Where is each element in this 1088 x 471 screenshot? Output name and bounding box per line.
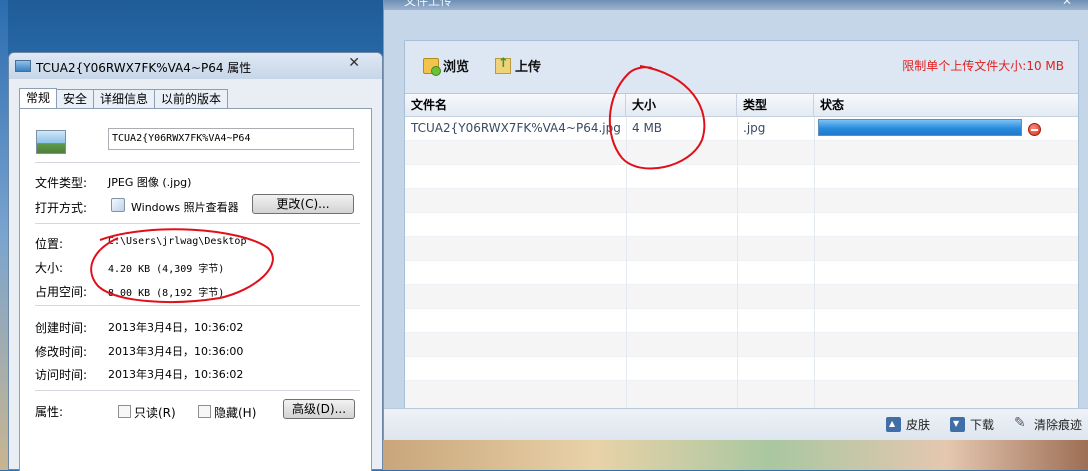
tab-previous-versions[interactable]: 以前的版本 <box>154 89 229 109</box>
upload-button[interactable]: 上传 <box>495 56 541 75</box>
column-divider <box>814 117 815 410</box>
clear-traces-button[interactable]: 清除痕迹 <box>1014 415 1083 433</box>
skin-label: 皮肤 <box>906 418 931 432</box>
attributes-label: 属性: <box>35 405 64 419</box>
size-value: 4.20 KB (4,309 字节) <box>108 264 225 275</box>
upload-close-icon[interactable]: ✕ <box>1062 0 1072 7</box>
desktop-wallpaper-strip <box>383 440 1088 470</box>
file-name-field[interactable]: TCUA2{Y06RWX7FK%VA4~P64 <box>108 128 354 150</box>
properties-title: TCUA2{Y06RWX7FK%VA4~P64 属性 <box>36 61 252 75</box>
upload-window: 文件上传 ✕ 浏览 上传 限制单个上传文件大小:10 MB 文件名 大小 类 <box>383 0 1088 440</box>
readonly-label[interactable]: 只读(R) <box>134 404 176 421</box>
file-type-value: JPEG 图像 (.jpg) <box>108 176 192 189</box>
row-filename: TCUA2{Y06RWX7FK%VA4~P64.jpg <box>411 121 621 135</box>
desktop-edge <box>0 0 8 470</box>
open-with-value: Windows 照片查看器 <box>131 201 239 214</box>
image-thumbnail-icon <box>36 130 66 154</box>
empty-row <box>405 237 1078 261</box>
row-type: .jpg <box>743 121 766 135</box>
close-icon[interactable]: ✕ <box>348 55 360 71</box>
remove-icon[interactable] <box>1028 123 1041 136</box>
change-button[interactable]: 更改(C)... <box>252 194 354 214</box>
upload-titlebar[interactable]: 文件上传 ✕ <box>384 0 1088 10</box>
table-row[interactable]: TCUA2{Y06RWX7FK%VA4~P64.jpg 4 MB .jpg <box>405 117 1078 141</box>
tab-general[interactable]: 常规 <box>19 88 58 109</box>
upload-icon <box>495 56 511 74</box>
hidden-label[interactable]: 隐藏(H) <box>214 404 256 421</box>
empty-row <box>405 165 1078 189</box>
divider <box>35 223 360 224</box>
properties-titlebar[interactable]: TCUA2{Y06RWX7FK%VA4~P64 属性 ✕ <box>9 53 382 79</box>
tab-security[interactable]: 安全 <box>56 89 95 109</box>
size-on-disk-label: 占用空间: <box>35 285 88 299</box>
divider <box>35 390 360 391</box>
grid-header: 文件名 大小 类型 状态 <box>405 94 1078 117</box>
location-value: C:\Users\jrlwag\Desktop <box>108 236 247 247</box>
browse-label: 浏览 <box>443 60 470 75</box>
empty-row <box>405 309 1078 333</box>
column-header-type[interactable]: 类型 <box>737 94 814 117</box>
download-label: 下载 <box>970 418 995 432</box>
skin-icon <box>886 417 901 432</box>
column-header-size[interactable]: 大小 <box>626 94 737 117</box>
empty-row <box>405 189 1078 213</box>
size-on-disk-value: 8.00 KB (8,192 字节) <box>108 288 225 299</box>
broom-icon <box>1014 415 1029 432</box>
modified-label: 修改时间: <box>35 345 88 359</box>
empty-row <box>405 357 1078 381</box>
empty-row <box>405 285 1078 309</box>
created-value: 2013年3月4日，10:36:02 <box>108 321 244 334</box>
browse-button[interactable]: 浏览 <box>423 56 470 76</box>
upload-label: 上传 <box>515 60 542 75</box>
tab-details[interactable]: 详细信息 <box>93 89 156 109</box>
column-header-status[interactable]: 状态 <box>814 94 1080 117</box>
empty-row <box>405 381 1078 410</box>
general-panel: TCUA2{Y06RWX7FK%VA4~P64 文件类型: JPEG 图像 (.… <box>19 108 372 471</box>
file-grid: 文件名 大小 类型 状态 TCUA2{Y06RWX7FK%VA4~P64.jpg… <box>405 93 1078 410</box>
upload-body: 浏览 上传 限制单个上传文件大小:10 MB 文件名 大小 类型 状态 TCUA… <box>384 10 1088 410</box>
upload-panel: 浏览 上传 限制单个上传文件大小:10 MB 文件名 大小 类型 状态 TCUA… <box>404 40 1079 410</box>
upload-toolbar: 浏览 上传 限制单个上传文件大小:10 MB <box>405 41 1078 91</box>
empty-row <box>405 141 1078 165</box>
readonly-checkbox[interactable] <box>118 405 131 418</box>
empty-row <box>405 261 1078 285</box>
upload-progress-bar <box>818 119 1022 136</box>
accessed-value: 2013年3月4日，10:36:02 <box>108 368 244 381</box>
properties-window: TCUA2{Y06RWX7FK%VA4~P64 属性 ✕ 常规 安全 详细信息 … <box>8 52 383 471</box>
column-divider <box>737 117 738 410</box>
size-label: 大小: <box>35 261 64 275</box>
hidden-checkbox[interactable] <box>198 405 211 418</box>
file-type-label: 文件类型: <box>35 176 88 190</box>
upload-window-title: 文件上传 <box>404 0 453 8</box>
empty-row <box>405 333 1078 357</box>
empty-row <box>405 213 1078 237</box>
created-label: 创建时间: <box>35 321 88 335</box>
download-button[interactable]: 下载 <box>950 416 994 433</box>
divider <box>35 305 360 306</box>
accessed-label: 访问时间: <box>35 368 88 382</box>
size-limit-text: 限制单个上传文件大小:10 MB <box>902 59 1064 73</box>
upload-statusbar: 皮肤 下载 清除痕迹 <box>384 408 1088 440</box>
download-icon <box>950 417 965 432</box>
column-divider <box>626 117 627 410</box>
open-with-label: 打开方式: <box>35 201 88 215</box>
location-label: 位置: <box>35 237 64 251</box>
photo-viewer-icon <box>111 198 125 212</box>
browse-icon <box>423 57 441 76</box>
skin-button[interactable]: 皮肤 <box>886 416 930 433</box>
column-header-filename[interactable]: 文件名 <box>405 94 626 117</box>
properties-tabs: 常规 安全 详细信息 以前的版本 <box>19 88 229 109</box>
modified-value: 2013年3月4日，10:36:00 <box>108 345 244 358</box>
advanced-button[interactable]: 高级(D)... <box>283 399 355 419</box>
clear-traces-label: 清除痕迹 <box>1034 418 1083 432</box>
divider <box>35 162 360 163</box>
row-size: 4 MB <box>632 121 663 135</box>
image-file-icon <box>15 60 31 72</box>
